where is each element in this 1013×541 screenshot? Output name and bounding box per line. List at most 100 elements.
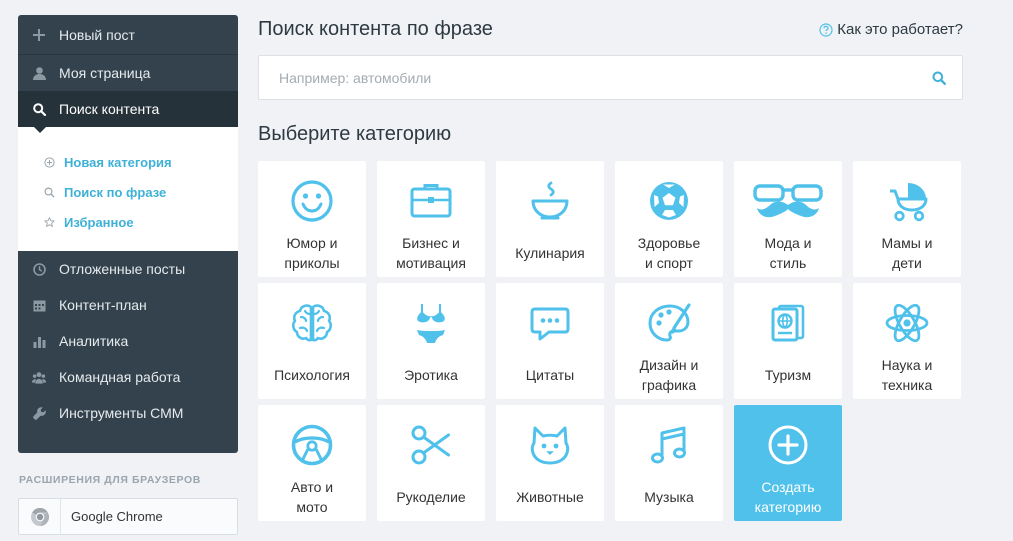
bikini-icon — [417, 304, 445, 343]
category-tile-psychology[interactable]: Психология — [258, 283, 366, 399]
category-tile-animals[interactable]: Животные — [496, 405, 604, 521]
soccer-ball-icon — [650, 182, 688, 220]
category-label: Туризм — [764, 367, 812, 383]
category-label: Мамы и дети — [881, 235, 933, 271]
category-tile-fashion[interactable]: Мода и стиль — [734, 161, 842, 277]
speech-bubble-icon — [530, 307, 570, 341]
content-search-submenu: Новая категория Поиск по фразе Избранное — [18, 127, 238, 251]
category-tile-cooking[interactable]: Кулинария — [496, 161, 604, 277]
category-tile-moms[interactable]: Мамы и дети — [853, 161, 961, 277]
search-icon — [932, 71, 946, 85]
help-link-label: Как это работает? — [837, 21, 963, 38]
plus-circle-icon — [768, 425, 808, 465]
bar-chart-icon — [32, 334, 46, 348]
category-label: Бизнес и мотивация — [396, 235, 466, 271]
category-label: Наука и техника — [881, 357, 933, 393]
clock-icon — [32, 262, 46, 276]
chrome-logo-icon — [19, 499, 61, 534]
category-label: Эротика — [404, 367, 458, 383]
category-tile-design[interactable]: Дизайн и графика — [615, 283, 723, 399]
nav-content-search[interactable]: Поиск контента — [18, 91, 238, 133]
category-tile-quotes[interactable]: Цитаты — [496, 283, 604, 399]
category-label: Психология — [274, 367, 350, 383]
plus-circle-icon — [44, 156, 55, 168]
nav-scheduled-posts-label: Отложенные посты — [59, 261, 186, 277]
user-icon — [32, 66, 46, 80]
page-title: Поиск контента по фразе — [258, 18, 493, 40]
nav-new-post[interactable]: Новый пост — [18, 15, 238, 55]
search-icon — [32, 102, 46, 116]
star-icon — [44, 216, 55, 228]
nav-my-page-label: Моя страница — [59, 65, 151, 81]
chrome-extension-label: Google Chrome — [71, 509, 163, 524]
category-label: Цитаты — [525, 367, 575, 383]
category-tile-tourism[interactable]: Туризм — [734, 283, 842, 399]
nav-teamwork-label: Командная работа — [59, 369, 181, 385]
category-label: Животные — [516, 489, 584, 505]
category-label: Юмор и приколы — [284, 235, 340, 271]
nav-teamwork[interactable]: Командная работа — [18, 359, 238, 395]
palette-icon — [648, 303, 691, 342]
nav-smm-tools[interactable]: Инструменты СММ — [18, 395, 238, 431]
glasses-mustache-icon — [753, 184, 823, 218]
wrench-icon — [32, 406, 46, 420]
sub-item-favorites-label: Избранное — [64, 214, 134, 230]
category-tile-business[interactable]: Бизнес и мотивация — [377, 161, 485, 277]
sub-item-search-by-phrase[interactable]: Поиск по фразе — [18, 177, 238, 207]
category-tile-humor[interactable]: Юмор и приколы — [258, 161, 366, 277]
category-grid: Юмор и приколы Бизнес и мотивация Кулина… — [258, 161, 961, 521]
category-label: Дизайн и графика — [639, 357, 699, 393]
sidebar: Новый пост Моя страница Поиск контента Н… — [18, 15, 238, 453]
help-link[interactable]: Как это работает? — [819, 21, 963, 38]
sub-item-new-category[interactable]: Новая категория — [18, 147, 238, 177]
plus-icon — [32, 28, 46, 42]
search-small-icon — [44, 186, 55, 198]
category-tile-erotica[interactable]: Эротика — [377, 283, 485, 399]
create-category-button[interactable]: Создать категорию — [734, 405, 842, 521]
extensions-title: РАСШИРЕНИЯ ДЛЯ БРАУЗЕРОВ — [19, 474, 201, 486]
sub-item-search-by-phrase-label: Поиск по фразе — [64, 184, 167, 200]
nav-analytics[interactable]: Аналитика — [18, 323, 238, 359]
category-label: Авто и мото — [290, 479, 334, 515]
brain-icon — [291, 304, 333, 342]
sub-item-new-category-label: Новая категория — [64, 154, 172, 170]
category-tile-science[interactable]: Наука и техника — [853, 283, 961, 399]
nav-scheduled-posts[interactable]: Отложенные посты — [18, 251, 238, 287]
nav-my-page[interactable]: Моя страница — [18, 55, 238, 91]
create-category-label: Создать категорию — [754, 479, 822, 515]
nav-content-plan[interactable]: Контент-план — [18, 287, 238, 323]
category-tile-health[interactable]: Здоровье и спорт — [615, 161, 723, 277]
atom-icon — [885, 303, 929, 343]
stroller-icon — [890, 183, 928, 222]
users-icon — [32, 370, 46, 384]
search-button[interactable] — [916, 56, 962, 99]
cat-icon — [530, 426, 570, 465]
nav-smm-tools-label: Инструменты СММ — [59, 405, 184, 421]
search-input[interactable] — [259, 56, 916, 99]
briefcase-icon — [410, 184, 452, 218]
category-label: Здоровье и спорт — [637, 235, 701, 271]
category-tile-handicraft[interactable]: Рукоделие — [377, 405, 485, 521]
category-label: Кулинария — [515, 245, 585, 261]
smiley-icon — [291, 180, 333, 222]
nav-new-post-label: Новый пост — [59, 26, 135, 43]
category-label: Рукоделие — [396, 489, 466, 505]
calendar-icon — [32, 298, 46, 312]
scissors-icon — [411, 425, 450, 465]
nav-analytics-label: Аналитика — [59, 333, 129, 349]
category-tile-music[interactable]: Музыка — [615, 405, 723, 521]
question-circle-icon — [819, 22, 833, 37]
categories-title: Выберите категорию — [258, 123, 452, 145]
category-label: Музыка — [644, 489, 694, 505]
category-tile-auto[interactable]: Авто и мото — [258, 405, 366, 521]
bowl-icon — [531, 181, 569, 220]
nav-content-search-label: Поиск контента — [59, 101, 160, 117]
passport-icon — [771, 304, 805, 342]
category-label: Мода и стиль — [764, 235, 812, 271]
chrome-extension-button[interactable]: Google Chrome — [18, 498, 238, 535]
music-note-icon — [651, 426, 686, 464]
search-bar — [258, 55, 963, 100]
steering-wheel-icon — [291, 424, 333, 466]
nav-content-plan-label: Контент-план — [59, 297, 147, 313]
sub-item-favorites[interactable]: Избранное — [18, 207, 238, 237]
